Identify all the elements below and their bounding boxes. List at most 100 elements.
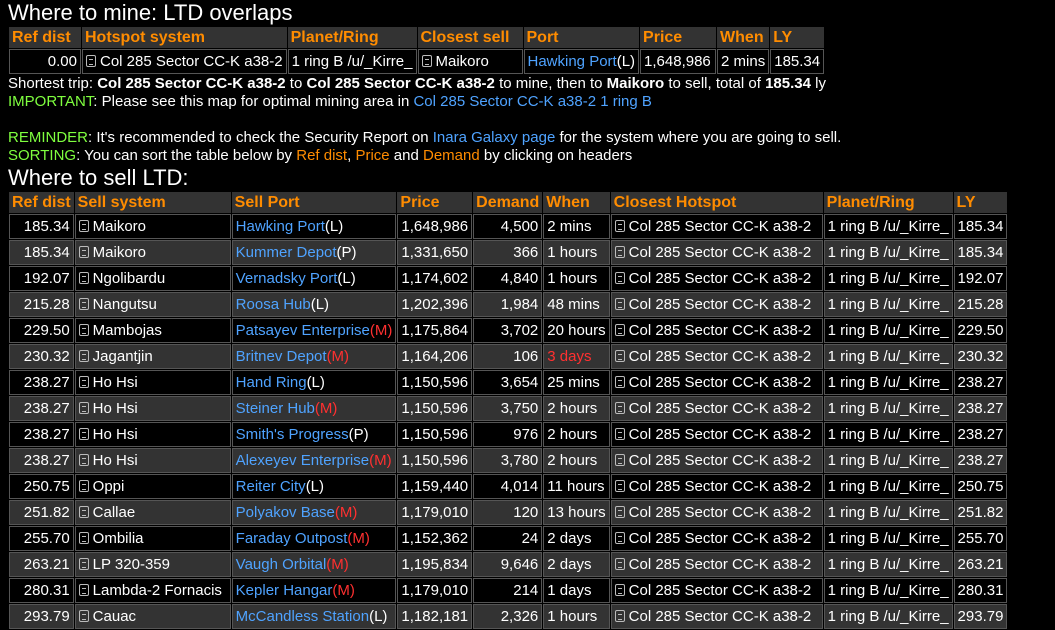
- copy-icon[interactable]: [78, 506, 89, 518]
- mine-header-hotspot-system[interactable]: Hotspot system: [82, 27, 287, 48]
- copy-icon[interactable]: [78, 298, 89, 310]
- sell-header-closest-hotspot[interactable]: Closest Hotspot: [610, 192, 823, 213]
- copy-icon[interactable]: [78, 454, 89, 466]
- mine-port-link[interactable]: Hawking Port: [528, 53, 617, 70]
- sell-system: Ombilia: [92, 530, 144, 547]
- sell-system-cell: Ho Hsi: [74, 396, 231, 421]
- ref-dist-cell: 230.32: [9, 344, 74, 369]
- important-map-link[interactable]: Col 285 Sector CC-K a38-2 1 ring B: [413, 93, 651, 110]
- sell-header-when[interactable]: When: [543, 192, 610, 213]
- copy-icon[interactable]: [78, 376, 89, 388]
- sell-system: Ho Hsi: [92, 374, 138, 391]
- sell-port-cell: Roosa Hub(L): [231, 292, 397, 317]
- mine-header-price[interactable]: Price: [640, 27, 717, 48]
- copy-icon[interactable]: [78, 584, 89, 596]
- sell-port-link[interactable]: Patsayev Enterprise: [236, 322, 370, 339]
- sell-port-link[interactable]: Roosa Hub: [236, 296, 311, 313]
- sell-header-price[interactable]: Price: [397, 192, 473, 213]
- copy-icon[interactable]: [614, 220, 625, 232]
- inara-galaxy-link[interactable]: Inara Galaxy page: [433, 129, 556, 146]
- mine-port-cell: Hawking Port(L): [523, 49, 640, 74]
- closest-hotspot-cell: Col 285 Sector CC-K a38-2: [610, 370, 823, 395]
- mine-header-ly[interactable]: LY: [770, 27, 825, 48]
- copy-icon[interactable]: [614, 558, 625, 570]
- copy-icon[interactable]: [614, 454, 625, 466]
- copy-icon[interactable]: [78, 402, 89, 414]
- copy-icon[interactable]: [614, 350, 625, 362]
- sell-port-type: (L): [324, 218, 344, 235]
- closest-hotspot: Col 285 Sector CC-K a38-2: [628, 218, 812, 235]
- copy-icon[interactable]: [78, 246, 89, 258]
- planet-ring-cell: 1 ring B /u/_Kirre_: [823, 292, 953, 317]
- copy-icon[interactable]: [614, 246, 625, 258]
- when-cell: 2 hours: [543, 448, 610, 473]
- demand-cell: 214: [473, 578, 543, 603]
- sell-header-demand[interactable]: Demand: [473, 192, 543, 213]
- copy-icon[interactable]: [421, 55, 432, 67]
- ly-cell: 238.27: [953, 370, 1008, 395]
- planet-ring-cell: 1 ring B /u/_Kirre_: [823, 344, 953, 369]
- closest-hotspot-cell: Col 285 Sector CC-K a38-2: [610, 500, 823, 525]
- sell-system-cell: Ombilia: [74, 526, 231, 551]
- sell-port-link[interactable]: Hand Ring: [236, 374, 307, 391]
- sell-header-ly[interactable]: LY: [953, 192, 1008, 213]
- copy-icon[interactable]: [78, 532, 89, 544]
- sell-port-link[interactable]: Vernadsky Port: [236, 270, 338, 287]
- copy-icon[interactable]: [614, 324, 625, 336]
- sell-port-link[interactable]: Smith's Progress: [236, 426, 349, 443]
- sell-port-type: (M): [347, 530, 370, 547]
- sell-port-link[interactable]: Alexeyev Enterprise: [236, 452, 369, 469]
- copy-icon[interactable]: [614, 480, 625, 492]
- copy-icon[interactable]: [78, 272, 89, 284]
- sell-port-link[interactable]: Faraday Outpost: [236, 530, 348, 547]
- copy-icon[interactable]: [614, 506, 625, 518]
- price-cell: 1,331,650: [397, 240, 473, 265]
- price-cell: 1,159,440: [397, 474, 473, 499]
- sell-port-link[interactable]: Steiner Hub: [236, 400, 315, 417]
- mine-header-ref-dist[interactable]: Ref dist: [9, 27, 81, 48]
- copy-icon[interactable]: [78, 220, 89, 232]
- copy-icon[interactable]: [78, 428, 89, 440]
- copy-icon[interactable]: [614, 584, 625, 596]
- price-cell: 1,152,362: [397, 526, 473, 551]
- sell-header-sell-port[interactable]: Sell Port: [231, 192, 397, 213]
- sell-port-link[interactable]: Vaugh Orbital: [236, 556, 327, 573]
- demand-cell: 976: [473, 422, 543, 447]
- copy-icon[interactable]: [78, 558, 89, 570]
- sell-port-link[interactable]: Britnev Depot: [236, 348, 327, 365]
- copy-icon[interactable]: [78, 480, 89, 492]
- sell-port-cell: Steiner Hub(M): [231, 396, 397, 421]
- copy-icon[interactable]: [614, 298, 625, 310]
- copy-icon[interactable]: [78, 324, 89, 336]
- sell-port-link[interactable]: Hawking Port: [236, 218, 325, 235]
- copy-icon[interactable]: [614, 376, 625, 388]
- sell-port-link[interactable]: Polyakov Base: [236, 504, 335, 521]
- mine-header-when[interactable]: When: [717, 27, 770, 48]
- closest-hotspot: Col 285 Sector CC-K a38-2: [628, 504, 812, 521]
- demand-cell: 3,780: [473, 448, 543, 473]
- copy-icon[interactable]: [86, 55, 96, 67]
- sell-system-cell: Cauac: [74, 604, 231, 629]
- sell-header-planet-ring[interactable]: Planet/Ring: [823, 192, 953, 213]
- sell-header-ref-dist[interactable]: Ref dist: [9, 192, 74, 213]
- sell-port-cell: Smith's Progress(P): [231, 422, 397, 447]
- copy-icon[interactable]: [614, 272, 625, 284]
- copy-icon[interactable]: [78, 350, 89, 362]
- sell-port-link[interactable]: Reiter City: [236, 478, 306, 495]
- price-cell: 1,150,596: [397, 422, 473, 447]
- copy-icon[interactable]: [614, 532, 625, 544]
- sell-port-link[interactable]: Kepler Hangar: [236, 582, 333, 599]
- when-cell: 3 days: [543, 344, 610, 369]
- mine-header-closest-sell[interactable]: Closest sell: [417, 27, 523, 48]
- copy-icon[interactable]: [614, 402, 625, 414]
- mine-header-planet-ring[interactable]: Planet/Ring: [287, 27, 417, 48]
- ly-cell: 215.28: [953, 292, 1008, 317]
- mine-table: Ref dist Hotspot system Planet/Ring Clos…: [8, 26, 826, 75]
- mine-header-port[interactable]: Port: [523, 27, 640, 48]
- sell-port-link[interactable]: McCandless Station: [236, 608, 369, 625]
- sell-port-link[interactable]: Kummer Depot: [236, 244, 337, 261]
- sell-header-sell-system[interactable]: Sell system: [74, 192, 231, 213]
- copy-icon[interactable]: [614, 428, 625, 440]
- sell-system-cell: Jagantjin: [74, 344, 231, 369]
- mine-when: 2 mins: [717, 49, 770, 74]
